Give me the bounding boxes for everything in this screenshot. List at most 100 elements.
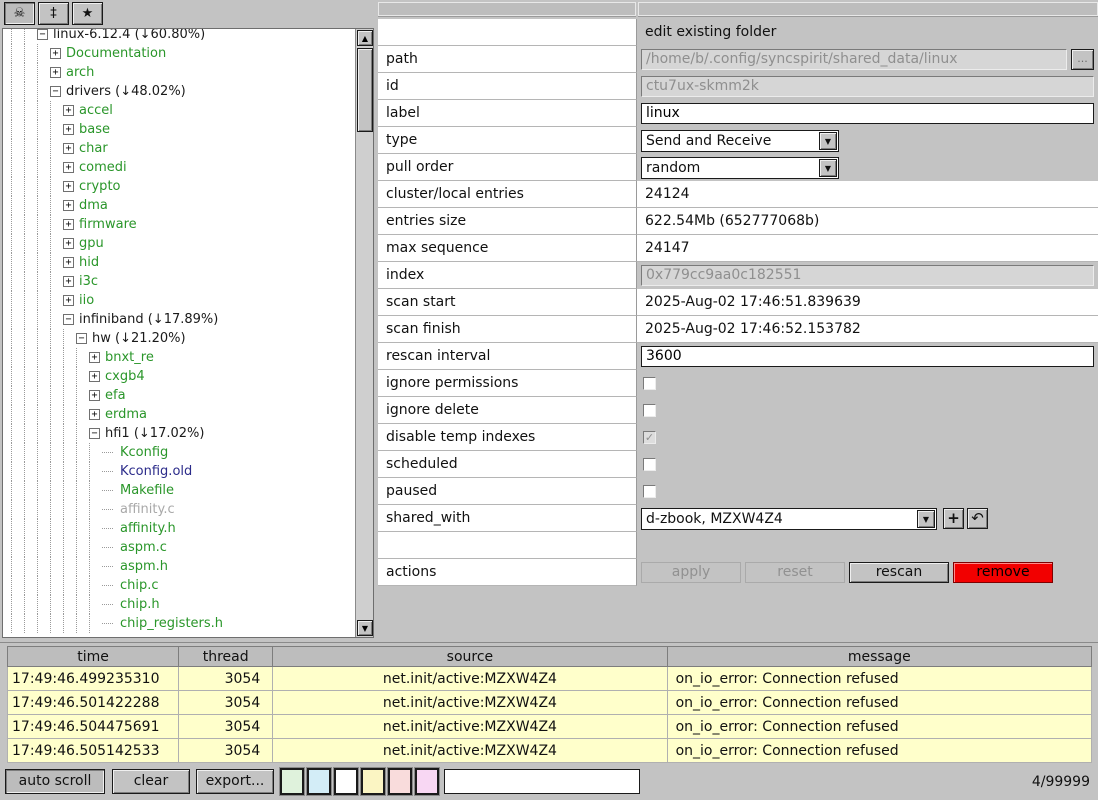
tree-item-label[interactable]: drivers (↓48.02%) xyxy=(66,82,186,101)
tree-item[interactable]: +efa xyxy=(3,386,356,405)
expand-toggle-icon[interactable]: + xyxy=(63,219,74,230)
expand-toggle-icon[interactable]: + xyxy=(89,409,100,420)
tree-item[interactable]: aspm.h xyxy=(3,557,356,576)
tree-item[interactable]: chip.c xyxy=(3,576,356,595)
add-device-button[interactable]: + xyxy=(943,508,964,529)
chevron-down-icon[interactable]: ▼ xyxy=(819,159,837,177)
tree-scrollbar[interactable]: ▲ ▼ xyxy=(355,29,373,637)
tree-item[interactable]: chip_registers.h xyxy=(3,614,356,633)
tree-item-label[interactable]: firmware xyxy=(79,215,137,234)
tree-item-label[interactable]: hfi1 (↓17.02%) xyxy=(105,424,204,443)
tree-item-label[interactable]: hid xyxy=(79,253,99,272)
tree-item[interactable]: + arch xyxy=(3,63,356,82)
tree-item-label[interactable]: base xyxy=(79,120,110,139)
expand-toggle-icon[interactable]: − xyxy=(37,29,48,40)
tree-item-label[interactable]: aspm.c xyxy=(120,538,167,557)
tree-item-label[interactable]: chip_registers.h xyxy=(120,614,223,633)
tree-item-label[interactable]: affinity.c xyxy=(120,500,175,519)
tree-item-label[interactable]: iio xyxy=(79,291,94,310)
paused-checkbox[interactable] xyxy=(643,485,656,498)
tree-item-label[interactable]: hw (↓21.20%) xyxy=(92,329,186,348)
scrollbar-thumb[interactable] xyxy=(357,48,373,132)
log-column-header[interactable]: source xyxy=(273,647,667,667)
label-input[interactable]: linux xyxy=(641,103,1094,124)
shared-with-select[interactable]: d-zbook, MZXW4Z4▼ xyxy=(641,508,937,530)
expand-toggle-icon[interactable]: + xyxy=(63,276,74,287)
log-color-toggle-green[interactable] xyxy=(280,768,304,795)
tree-item-label[interactable]: cxgb4 xyxy=(105,367,145,386)
expand-toggle-icon[interactable]: + xyxy=(63,295,74,306)
tree-item[interactable]: + hid xyxy=(3,253,356,272)
browse-button[interactable]: ... xyxy=(1071,49,1094,70)
log-row[interactable]: 17:49:46.5044756913054net.init/active:MZ… xyxy=(8,715,1092,739)
expand-toggle-icon[interactable]: − xyxy=(50,86,61,97)
export-button[interactable]: export... xyxy=(196,769,274,794)
tree-item-label[interactable]: comedi xyxy=(79,158,127,177)
log-color-toggle-magenta[interactable] xyxy=(415,768,439,795)
tree-item[interactable]: −infiniband (↓17.89%) xyxy=(3,310,356,329)
tree-item-label[interactable]: arch xyxy=(66,63,94,82)
tree-item[interactable]: +base xyxy=(3,120,356,139)
tree-item[interactable]: + firmware xyxy=(3,215,356,234)
tree-item-label[interactable]: chip.c xyxy=(120,576,159,595)
rescan-interval-input[interactable]: 3600 xyxy=(641,346,1094,367)
tree-item[interactable]: affinity.h xyxy=(3,519,356,538)
expand-toggle-icon[interactable]: + xyxy=(63,238,74,249)
expand-toggle-icon[interactable]: − xyxy=(76,333,87,344)
log-column-header[interactable]: thread xyxy=(179,647,273,667)
tree-item[interactable]: + i3c xyxy=(3,272,356,291)
tree-item[interactable]: −hw (↓21.20%) xyxy=(3,329,356,348)
tree-item[interactable]: + comedi xyxy=(3,158,356,177)
pull-order-select[interactable]: random▼ xyxy=(641,157,839,179)
tree-item-label[interactable]: erdma xyxy=(105,405,147,424)
log-color-toggle-pink[interactable] xyxy=(388,768,412,795)
tree-item-label[interactable]: char xyxy=(79,139,108,158)
tree-item-label[interactable]: crypto xyxy=(79,177,121,196)
tree-item[interactable]: −linux-6.12.4 (↓60.80%) xyxy=(3,28,356,44)
tree-item-label[interactable]: Kconfig.old xyxy=(120,462,192,481)
symlinks-button[interactable]: ‡ xyxy=(38,2,69,25)
tree-item[interactable]: +dma xyxy=(3,196,356,215)
tree-item-label[interactable]: Makefile xyxy=(120,481,174,500)
tree-item[interactable]: Kconfig.old xyxy=(3,462,356,481)
expand-toggle-icon[interactable]: − xyxy=(63,314,74,325)
tree-item-label[interactable]: dma xyxy=(79,196,108,215)
tree-item-label[interactable]: linux-6.12.4 (↓60.80%) xyxy=(53,28,205,44)
log-color-toggle-yellow[interactable] xyxy=(361,768,385,795)
tree-item[interactable]: + cxgb4 xyxy=(3,367,356,386)
tree-item[interactable]: −hfi1 (↓17.02%) xyxy=(3,424,356,443)
expand-toggle-icon[interactable]: + xyxy=(50,48,61,59)
tree-item[interactable]: +bnxt_re xyxy=(3,348,356,367)
tree-item-label[interactable]: accel xyxy=(79,101,113,120)
expand-toggle-icon[interactable]: + xyxy=(50,67,61,78)
undo-button[interactable]: ↶ xyxy=(967,508,988,529)
tree-item-label[interactable]: Documentation xyxy=(66,44,166,63)
expand-toggle-icon[interactable]: + xyxy=(89,371,100,382)
remove-button[interactable]: remove xyxy=(953,562,1053,583)
log-row[interactable]: 17:49:46.5014222883054net.init/active:MZ… xyxy=(8,691,1092,715)
scroll-down-icon[interactable]: ▼ xyxy=(357,620,373,636)
expand-toggle-icon[interactable]: + xyxy=(63,257,74,268)
log-color-toggle-cyan[interactable] xyxy=(307,768,331,795)
tree-item[interactable]: Kconfig xyxy=(3,443,356,462)
tree-item[interactable]: affinity.c xyxy=(3,500,356,519)
expand-toggle-icon[interactable]: + xyxy=(63,143,74,154)
scroll-up-icon[interactable]: ▲ xyxy=(357,30,373,46)
log-filter-input[interactable] xyxy=(444,769,640,794)
chevron-down-icon[interactable]: ▼ xyxy=(917,510,935,528)
index-field[interactable]: 0x779cc9aa0c182551 xyxy=(641,265,1094,286)
auto-scroll-button[interactable]: auto scroll xyxy=(5,769,105,794)
tree-item[interactable]: + char xyxy=(3,139,356,158)
type-select[interactable]: Send and Receive▼ xyxy=(641,130,839,152)
expand-toggle-icon[interactable]: − xyxy=(89,428,100,439)
log-row[interactable]: 17:49:46.4992353103054net.init/active:MZ… xyxy=(8,667,1092,691)
log-column-header[interactable]: time xyxy=(8,647,179,667)
tree-item[interactable]: chip.h xyxy=(3,595,356,614)
tree-item-label[interactable]: i3c xyxy=(79,272,98,291)
tree-item[interactable]: + accel xyxy=(3,101,356,120)
expand-toggle-icon[interactable]: + xyxy=(63,105,74,116)
expand-toggle-icon[interactable]: + xyxy=(89,390,100,401)
tree-item[interactable]: + erdma xyxy=(3,405,356,424)
expand-toggle-icon[interactable]: + xyxy=(63,162,74,173)
log-column-header[interactable]: message xyxy=(667,647,1091,667)
